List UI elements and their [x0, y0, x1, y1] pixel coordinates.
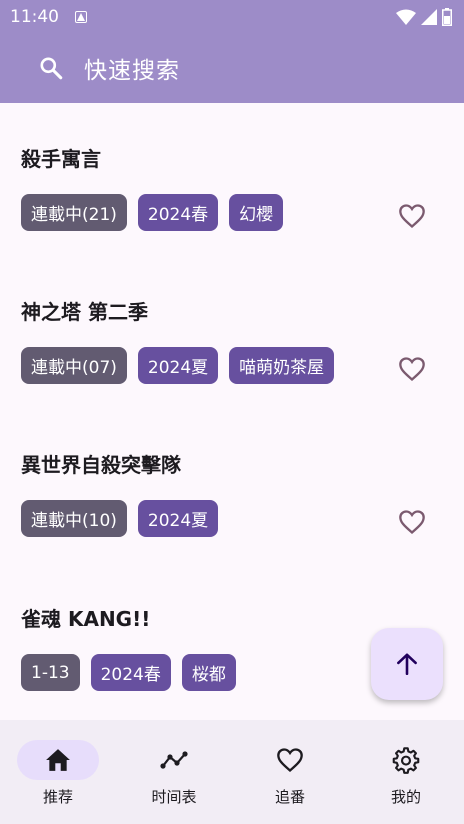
- group-chip[interactable]: 幻櫻: [229, 194, 284, 231]
- status-chip[interactable]: 連載中(10): [21, 500, 127, 537]
- season-chip[interactable]: 2024夏: [137, 500, 219, 537]
- home-icon: [46, 749, 70, 771]
- chip-row: 連載中(10) 2024夏: [21, 500, 219, 537]
- chip-row: 1-13 2024春 桜都: [21, 654, 236, 691]
- item-title[interactable]: 神之塔 第二季: [21, 296, 148, 325]
- group-chip[interactable]: 喵萌奶茶屋: [229, 347, 335, 384]
- heart-outline-icon: [399, 204, 425, 229]
- nav-active-indicator[interactable]: [17, 740, 99, 780]
- nav-icon-container[interactable]: [365, 740, 447, 780]
- episode-chip[interactable]: 1-13: [21, 654, 80, 691]
- nav-item-following[interactable]: 追番: [232, 720, 348, 824]
- bottom-navigation: 推荐 时间表 追番 我的: [0, 720, 464, 824]
- heart-outline-icon: [399, 510, 425, 535]
- battery-icon: [442, 7, 452, 26]
- nav-label[interactable]: 时间表: [151, 786, 196, 807]
- nav-item-me[interactable]: 我的: [348, 720, 464, 824]
- heart-outline-icon: [399, 357, 425, 382]
- status-time: 11:40: [10, 6, 59, 27]
- nav-label[interactable]: 我的: [391, 786, 421, 807]
- item-title[interactable]: 雀魂 KANG!!: [21, 603, 150, 632]
- nav-item-timetable[interactable]: 时间表: [116, 720, 232, 824]
- nav-label[interactable]: 推荐: [43, 786, 73, 807]
- item-title[interactable]: 異世界自殺突擊隊: [21, 449, 181, 478]
- chip-row: 連載中(21) 2024春 幻櫻: [21, 194, 284, 231]
- notification-icon: [75, 10, 87, 23]
- status-chip[interactable]: 連載中(21): [21, 194, 127, 231]
- search-placeholder[interactable]: 快速搜索: [84, 51, 180, 85]
- nav-icon-container[interactable]: [133, 740, 215, 780]
- status-chip[interactable]: 連載中(07): [21, 347, 127, 384]
- search-bar[interactable]: 快速搜索: [0, 33, 464, 103]
- nav-label[interactable]: 追番: [275, 786, 305, 807]
- item-title[interactable]: 殺手寓言: [21, 143, 101, 172]
- group-chip[interactable]: 桜都: [181, 654, 236, 691]
- status-left: 11:40: [10, 7, 87, 27]
- status-right: [396, 7, 452, 26]
- favorite-button[interactable]: [396, 201, 428, 231]
- heart-icon: [277, 748, 303, 773]
- arrow-up-icon: [397, 653, 417, 676]
- timeline-icon: [160, 751, 188, 769]
- nav-item-recommend[interactable]: 推荐: [0, 720, 116, 824]
- signal-icon: [421, 8, 437, 25]
- favorite-button[interactable]: [396, 354, 428, 384]
- season-chip[interactable]: 2024春: [137, 194, 219, 231]
- chip-row: 連載中(07) 2024夏 喵萌奶茶屋: [21, 347, 335, 384]
- gear-icon: [392, 747, 420, 774]
- favorite-button[interactable]: [396, 507, 428, 537]
- scroll-to-top-button[interactable]: [371, 628, 443, 700]
- status-bar: 11:40: [0, 0, 464, 33]
- search-icon[interactable]: [38, 55, 64, 81]
- nav-icon-container[interactable]: [249, 740, 331, 780]
- season-chip[interactable]: 2024春: [90, 654, 171, 691]
- wifi-icon: [396, 9, 416, 25]
- season-chip[interactable]: 2024夏: [137, 347, 219, 384]
